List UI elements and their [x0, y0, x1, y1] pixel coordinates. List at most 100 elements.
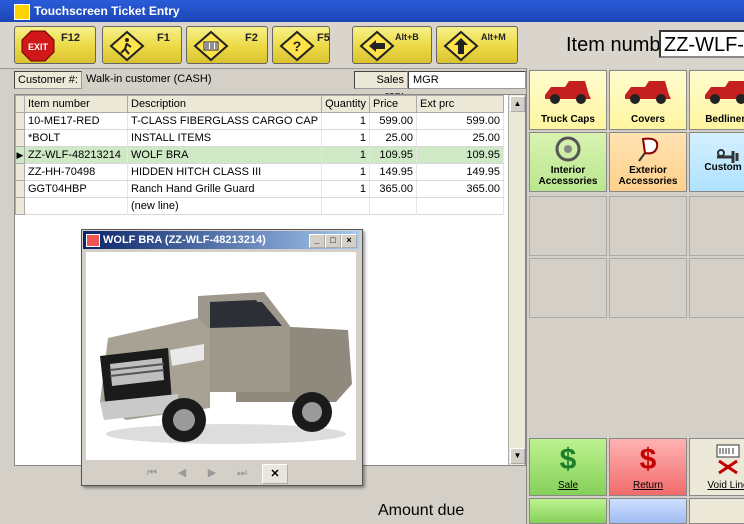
more-button[interactable]: Alt+M	[436, 26, 518, 64]
customer-row: Customer #: Walk-in customer (CASH) Sale…	[14, 70, 526, 102]
empty-button[interactable]	[689, 258, 744, 318]
action-button[interactable]	[689, 498, 744, 524]
col-quantity[interactable]: Quantity	[321, 95, 371, 113]
prev-image-icon[interactable]: ◀	[170, 464, 194, 482]
cell-price[interactable]: 365.00	[369, 180, 418, 198]
cell-quantity[interactable]	[321, 197, 371, 215]
cell-ext-price: 599.00	[416, 112, 505, 130]
action-button[interactable]	[529, 498, 607, 524]
cell-ext-price: 25.00	[416, 129, 505, 147]
table-row[interactable]: 10-ME17-RED T-CLASS FIBERGLASS CARGO CAP…	[15, 112, 505, 130]
close-icon[interactable]: ×	[341, 234, 357, 248]
exit-icon: EXIT	[21, 30, 55, 62]
empty-button[interactable]	[609, 258, 687, 318]
cell-price[interactable]	[369, 197, 418, 215]
sales-rep-field[interactable]: MGR	[408, 71, 526, 89]
item-number-input[interactable]: ZZ-WLF-4	[659, 30, 744, 58]
truck-icon	[705, 81, 744, 104]
cell-item[interactable]	[24, 197, 128, 215]
category-covers[interactable]: Covers	[609, 70, 687, 130]
cell-price[interactable]: 599.00	[369, 112, 418, 130]
col-ext-price[interactable]: Ext prc	[416, 95, 505, 113]
category-exterior-accessories[interactable]: Exterior Accessories	[609, 132, 687, 192]
cell-quantity[interactable]: 1	[321, 163, 371, 181]
cell-description[interactable]: Ranch Hand Grille Guard	[127, 180, 323, 198]
close-image-button[interactable]: ✕	[262, 464, 288, 484]
last-image-icon[interactable]: ⏭	[230, 464, 254, 482]
grid-scrollbar[interactable]: ▲ ▼	[508, 95, 525, 465]
category-label: Bedliners	[705, 114, 744, 125]
sales-rep-label: Sales rep:	[354, 71, 408, 102]
return-button[interactable]: $ Return	[609, 438, 687, 496]
category-interior-accessories[interactable]: Interior Accessories	[529, 132, 607, 192]
scroll-down-icon[interactable]: ▼	[510, 448, 525, 464]
mirror-icon	[638, 137, 659, 162]
popup-title: WOLF BRA (ZZ-WLF-48213214)	[103, 234, 266, 246]
title-bar: Touchscreen Ticket Entry	[0, 0, 744, 22]
arrow-left-icon	[359, 30, 395, 62]
cell-item[interactable]: ZZ-WLF-48213214	[24, 146, 128, 164]
cell-ext-price: 365.00	[416, 180, 505, 198]
f1-button[interactable]: F1	[102, 26, 182, 64]
action-button[interactable]	[609, 498, 687, 524]
maximize-icon[interactable]: □	[325, 234, 341, 248]
category-label: Exterior Accessories	[618, 165, 678, 187]
app-window: Touchscreen Ticket Entry EXIT F12 F1 F2 …	[0, 0, 744, 524]
category-panel: Truck Caps Covers Bedliners Interior Acc…	[526, 68, 744, 524]
cell-item[interactable]: GGT04HBP	[24, 180, 128, 198]
product-photo	[86, 252, 356, 460]
cell-quantity[interactable]: 1	[321, 129, 371, 147]
cell-quantity[interactable]: 1	[321, 146, 371, 164]
void-line-button[interactable]: Void Line	[689, 438, 744, 496]
back-button[interactable]: Alt+B	[352, 26, 432, 64]
question-icon: ?	[279, 30, 315, 62]
category-custom[interactable]: Custom C	[689, 132, 744, 192]
cell-item[interactable]: 10-ME17-RED	[24, 112, 128, 130]
cell-price[interactable]: 149.95	[369, 163, 418, 181]
col-price[interactable]: Price	[369, 95, 418, 113]
cell-description[interactable]: HIDDEN HITCH CLASS III	[127, 163, 323, 181]
scroll-up-icon[interactable]: ▲	[510, 96, 525, 112]
table-row[interactable]: *BOLT INSTALL ITEMS 1 25.00 25.00	[15, 129, 505, 147]
cell-description[interactable]: T-CLASS FIBERGLASS CARGO CAP	[127, 112, 323, 130]
empty-button[interactable]	[529, 258, 607, 318]
col-item-number[interactable]: Item number	[24, 95, 128, 113]
empty-button[interactable]	[609, 196, 687, 256]
table-row[interactable]: ZZ-HH-70498 HIDDEN HITCH CLASS III 1 149…	[15, 163, 505, 181]
empty-button[interactable]	[689, 196, 744, 256]
table-row[interactable]: GGT04HBP Ranch Hand Grille Guard 1 365.0…	[15, 180, 505, 198]
f5-button[interactable]: ? F5	[272, 26, 330, 64]
steering-wheel-icon	[555, 136, 581, 162]
svg-text:?: ?	[293, 38, 302, 54]
amount-due-label: Amount due	[378, 502, 465, 519]
sale-button[interactable]: $ Sale	[529, 438, 607, 496]
cell-price[interactable]: 25.00	[369, 129, 418, 147]
table-row-new[interactable]: (new line)	[15, 197, 505, 215]
cell-description[interactable]: INSTALL ITEMS	[127, 129, 323, 147]
empty-button[interactable]	[529, 196, 607, 256]
first-image-icon[interactable]: ⏮	[140, 464, 164, 482]
table-row-selected[interactable]: ▶ ZZ-WLF-48213214 WOLF BRA 1 109.95 109.…	[15, 146, 505, 164]
category-label: Interior Accessories	[538, 165, 598, 187]
barcode-hand-icon	[193, 30, 229, 62]
category-bedliners[interactable]: Bedliners	[689, 70, 744, 130]
next-image-icon[interactable]: ▶	[200, 464, 224, 482]
category-label: Covers	[631, 114, 665, 125]
cell-quantity[interactable]: 1	[321, 180, 371, 198]
f2-button[interactable]: F2	[186, 26, 268, 64]
minimize-icon[interactable]: _	[309, 234, 325, 248]
category-truck-caps[interactable]: Truck Caps	[529, 70, 607, 130]
dollar-icon: $	[559, 443, 577, 476]
col-description[interactable]: Description	[126, 95, 323, 113]
cell-description[interactable]: WOLF BRA	[127, 146, 323, 164]
exit-button[interactable]: EXIT F12	[14, 26, 96, 64]
popup-title-bar[interactable]: WOLF BRA (ZZ-WLF-48213214) _ □ ×	[83, 231, 359, 249]
customer-value[interactable]: Walk-in customer (CASH)	[82, 71, 360, 89]
cell-item[interactable]: ZZ-HH-70498	[24, 163, 128, 181]
cell-description[interactable]: (new line)	[127, 197, 323, 215]
cell-price[interactable]: 109.95	[369, 146, 418, 164]
cell-item[interactable]: *BOLT	[24, 129, 128, 147]
cell-quantity[interactable]: 1	[321, 112, 371, 130]
truck-icon	[625, 81, 671, 104]
void-icon	[716, 444, 740, 475]
